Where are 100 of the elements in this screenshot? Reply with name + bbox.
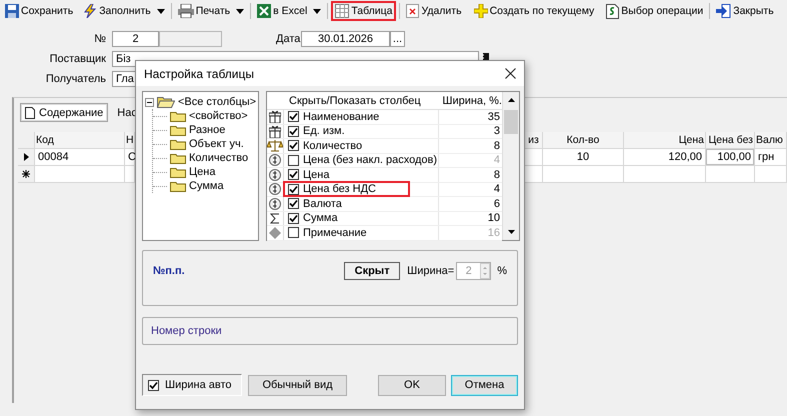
tree-item[interactable]: Количество (189, 152, 248, 164)
dialog-title: Настройка таблицы (144, 66, 254, 80)
lightning-icon (83, 4, 98, 18)
toolbar-button[interactable]: Печать (174, 1, 234, 21)
width-value: 8 (492, 140, 501, 152)
tree-item[interactable]: Объект уч. (189, 138, 244, 150)
table-cell (706, 166, 755, 183)
toolbar-button[interactable]: Заполнить (80, 1, 154, 21)
folder-icon (170, 180, 186, 192)
date-picker-button[interactable]: ... (390, 31, 405, 47)
field-label: Дата (276, 33, 301, 45)
width-value: 16 (486, 226, 501, 239)
folder-icon (170, 166, 186, 178)
column-name[interactable]: Наименование (303, 110, 380, 123)
column-description: Номер строки (151, 325, 222, 337)
checkbox[interactable] (288, 111, 299, 122)
toolbar-button[interactable]: Сохранить (2, 1, 76, 21)
hide-toggle-button[interactable]: Скрыт (344, 262, 400, 280)
checkbox[interactable] (288, 169, 299, 180)
dialog-button[interactable]: Обычный вид (248, 374, 347, 396)
column-name[interactable]: Валюта (303, 198, 342, 210)
table-icon (335, 4, 350, 18)
table-cell: 00084 (35, 149, 125, 166)
column-header[interactable]: Цена без (706, 132, 755, 149)
folder-icon (170, 110, 186, 122)
column-name[interactable]: Ед. изм. (303, 125, 345, 138)
checkbox[interactable] (288, 140, 299, 152)
scroll-thumb[interactable] (504, 110, 518, 134)
table-cell: 120,00 (624, 149, 706, 166)
page-icon (25, 106, 35, 118)
toolbar-button[interactable]: Удалить (403, 1, 465, 21)
toolbar-button[interactable]: Создать по текущему (470, 1, 598, 21)
checkbox[interactable] (148, 380, 159, 390)
toolbar-button[interactable]: Таблица (331, 1, 396, 21)
number-field[interactable]: 2 (112, 31, 159, 47)
column-name[interactable]: Количество (303, 140, 362, 152)
toolbar-button[interactable]: в Excel (254, 1, 310, 21)
date-field[interactable]: 30.01.2026 (301, 31, 390, 47)
tree-item[interactable]: Разное (189, 124, 226, 136)
tree-item[interactable]: <Все столбцы> (178, 96, 256, 108)
caret-icon[interactable] (236, 8, 244, 14)
table-cell: 100,00 (706, 149, 755, 166)
column-name[interactable]: Сумма (303, 212, 338, 224)
column-name[interactable]: Примечание (303, 226, 367, 239)
width-value: 4 (492, 183, 501, 196)
table-cell (525, 149, 543, 166)
field-label: Поставщик (48, 53, 107, 65)
folder-icon (170, 138, 186, 150)
tree-item[interactable]: Цена (189, 166, 216, 178)
table-cell: С (125, 149, 135, 166)
new-row-icon (22, 170, 30, 178)
toolbar-button[interactable]: Выбор операции (603, 1, 706, 21)
table-cell: 10 (543, 149, 624, 166)
width-value: 35 (486, 110, 501, 123)
width-value: 3 (492, 125, 501, 138)
field-name: №п.п. (153, 265, 186, 277)
down-arrow-icon (508, 230, 514, 234)
checkbox[interactable] (288, 184, 299, 195)
checkbox[interactable] (288, 154, 299, 166)
gift-icon (269, 124, 281, 138)
toolbar-button[interactable]: Закрыть (713, 1, 777, 21)
width-value: 10 (486, 212, 501, 224)
checkbox[interactable] (288, 126, 299, 137)
unit-label: % (497, 265, 507, 277)
width-value: 6 (492, 198, 501, 210)
column-header[interactable]: из (525, 132, 543, 149)
column-name[interactable]: Цена без НДС (303, 183, 376, 196)
dialog-button[interactable]: Отмена (451, 374, 518, 396)
document-icon (606, 4, 620, 18)
width-label: Ширина= (407, 265, 454, 277)
column-header[interactable]: Валю (755, 132, 787, 149)
checkbox-label[interactable]: Ширина авто (165, 379, 232, 391)
plus-icon (474, 4, 488, 18)
column-header[interactable]: Н (125, 132, 135, 149)
column-header[interactable]: Цена (624, 132, 706, 149)
tab[interactable]: Содержание (20, 103, 108, 122)
spreadsheet-icon (257, 4, 272, 18)
caret-icon[interactable] (156, 8, 165, 14)
delete-icon (406, 4, 420, 18)
column-header[interactable]: Кол-во (543, 132, 624, 149)
caret-icon[interactable] (313, 8, 322, 14)
sigma-icon (270, 212, 280, 224)
column-name[interactable]: Цена (303, 168, 330, 181)
checkbox[interactable] (288, 212, 299, 224)
dialog-button[interactable]: OK (378, 374, 446, 396)
column-header: Скрыть/Показать столбец (289, 94, 422, 106)
column-header[interactable]: Код (35, 132, 125, 149)
column-name[interactable]: Цена (без накл. расходов) (303, 154, 438, 166)
collapse-icon[interactable] (145, 98, 154, 106)
checkbox[interactable] (288, 227, 299, 238)
folder-icon (170, 152, 186, 164)
readonly-field (159, 31, 222, 47)
checkbox[interactable] (288, 198, 299, 210)
width-value: 8 (492, 168, 501, 181)
tree-item[interactable]: <свойство> (189, 110, 248, 122)
field-label: Получатель (44, 73, 107, 85)
folder-icon (170, 124, 186, 136)
up-arrow-icon (508, 98, 514, 102)
close-icon[interactable] (505, 68, 516, 79)
tree-item[interactable]: Сумма (189, 180, 224, 192)
